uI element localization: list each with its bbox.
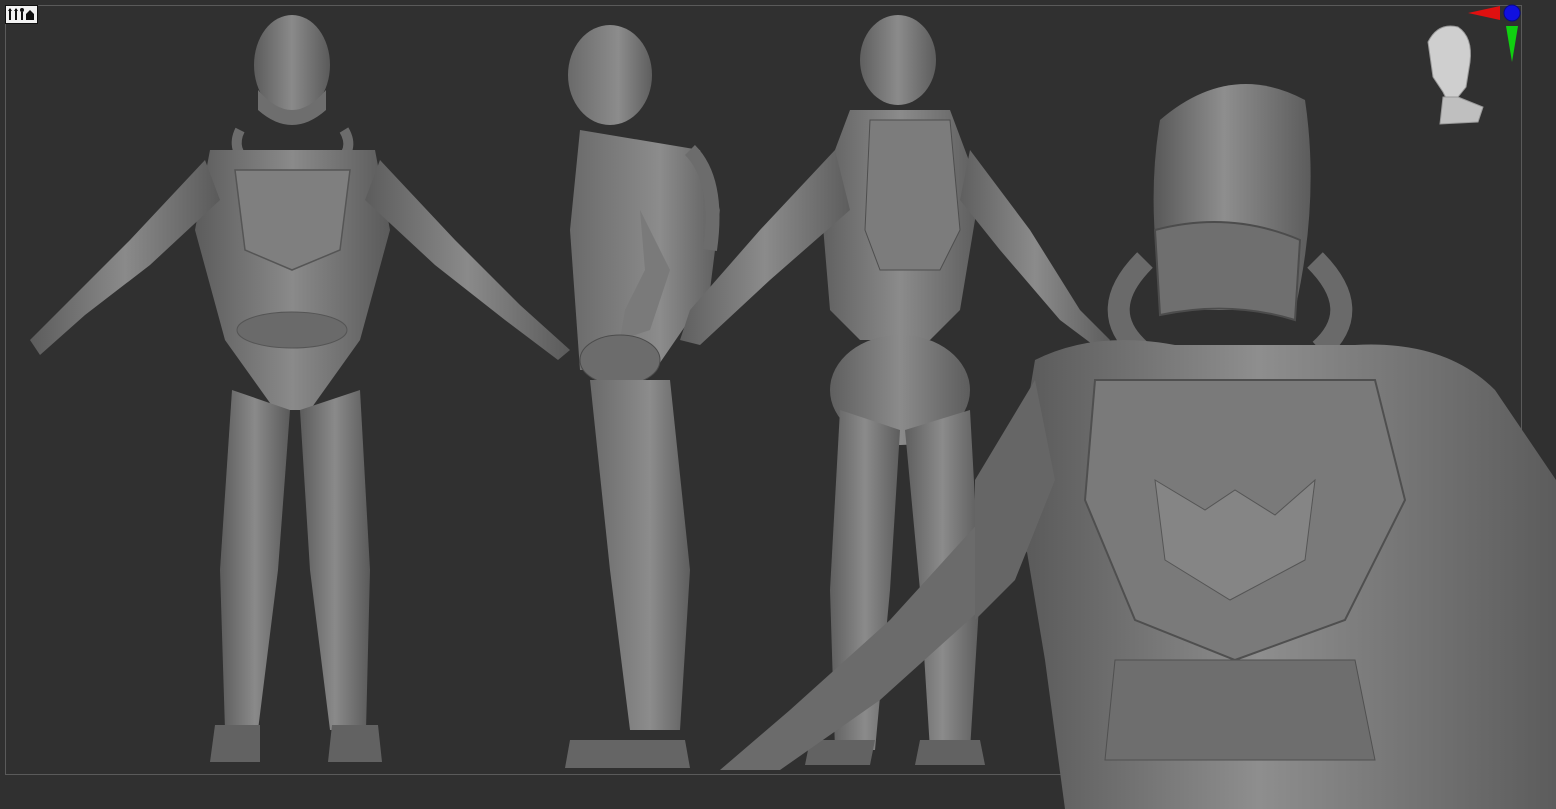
3d-viewport[interactable] [0, 0, 1556, 809]
axis-z-dot [1503, 4, 1521, 22]
model-closeup-view[interactable] [975, 60, 1556, 809]
model-front-view[interactable] [10, 10, 580, 770]
axis-y-arrow [1506, 26, 1518, 62]
axis-x-arrow [1468, 6, 1500, 20]
navigation-head-gizmo-icon[interactable] [1418, 2, 1528, 132]
